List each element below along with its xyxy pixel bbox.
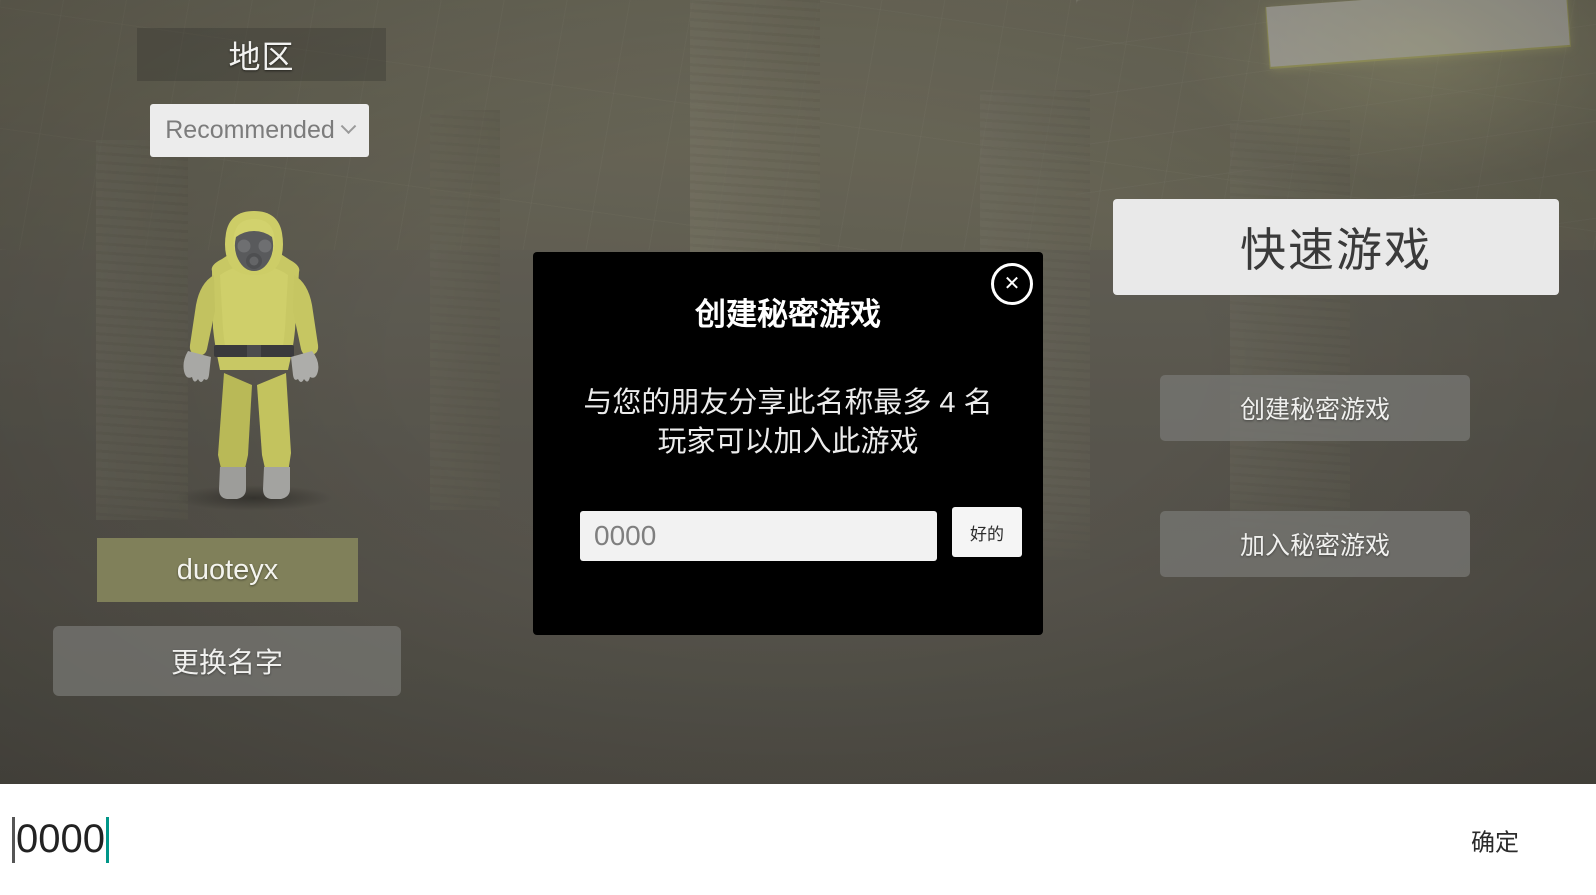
rename-button-label: 更换名字 <box>170 647 283 678</box>
quick-game-label: 快速游戏 <box>1240 224 1432 276</box>
ime-composition-bar: 0000 确定 <box>0 784 1596 895</box>
player-name-badge: duoteyx <box>97 538 358 602</box>
background-pillar <box>430 110 500 510</box>
player-character-avatar <box>152 205 357 511</box>
modal-title: 创建秘密游戏 <box>695 297 881 332</box>
rename-button[interactable]: 更换名字 <box>53 626 401 696</box>
player-name-text: duoteyx <box>176 553 279 586</box>
ime-composition-text: 0000 <box>16 817 105 861</box>
ime-start-caret <box>12 816 15 863</box>
create-secret-game-label: 创建秘密游戏 <box>1239 396 1390 424</box>
secret-game-code-input[interactable] <box>580 511 937 561</box>
game-viewport: 地区 Recommended duoteyx 更换名字 快速游戏 创建秘密游戏 … <box>0 0 1596 784</box>
region-select-value: Recommended <box>165 116 335 144</box>
ime-confirm-button[interactable]: 确定 <box>1471 822 1519 857</box>
hazmat-character-icon <box>183 211 319 499</box>
quick-game-button[interactable]: 快速游戏 <box>1113 199 1559 295</box>
close-icon[interactable]: ✕ <box>991 263 1033 305</box>
app-root: 地区 Recommended duoteyx 更换名字 快速游戏 创建秘密游戏 … <box>0 0 1596 895</box>
ime-text-area[interactable]: 0000 <box>0 816 109 863</box>
close-icon-glyph: ✕ <box>1003 273 1021 295</box>
ime-cursor-caret <box>105 816 109 863</box>
modal-body-text: 与您的朋友分享此名称最多 4 名玩家可以加入此游戏 <box>583 387 993 458</box>
create-secret-game-modal: 创建秘密游戏 ✕ 与您的朋友分享此名称最多 4 名玩家可以加入此游戏 好的 <box>533 252 1043 635</box>
region-select-dropdown[interactable]: Recommended <box>150 104 369 157</box>
create-secret-game-button[interactable]: 创建秘密游戏 <box>1160 375 1470 441</box>
modal-ok-button[interactable]: 好的 <box>952 507 1022 557</box>
join-secret-game-label: 加入秘密游戏 <box>1239 532 1390 560</box>
region-header-label: 地区 <box>228 38 295 75</box>
join-secret-game-button[interactable]: 加入秘密游戏 <box>1160 511 1470 577</box>
region-header: 地区 <box>137 28 386 81</box>
chevron-down-icon <box>340 118 357 135</box>
